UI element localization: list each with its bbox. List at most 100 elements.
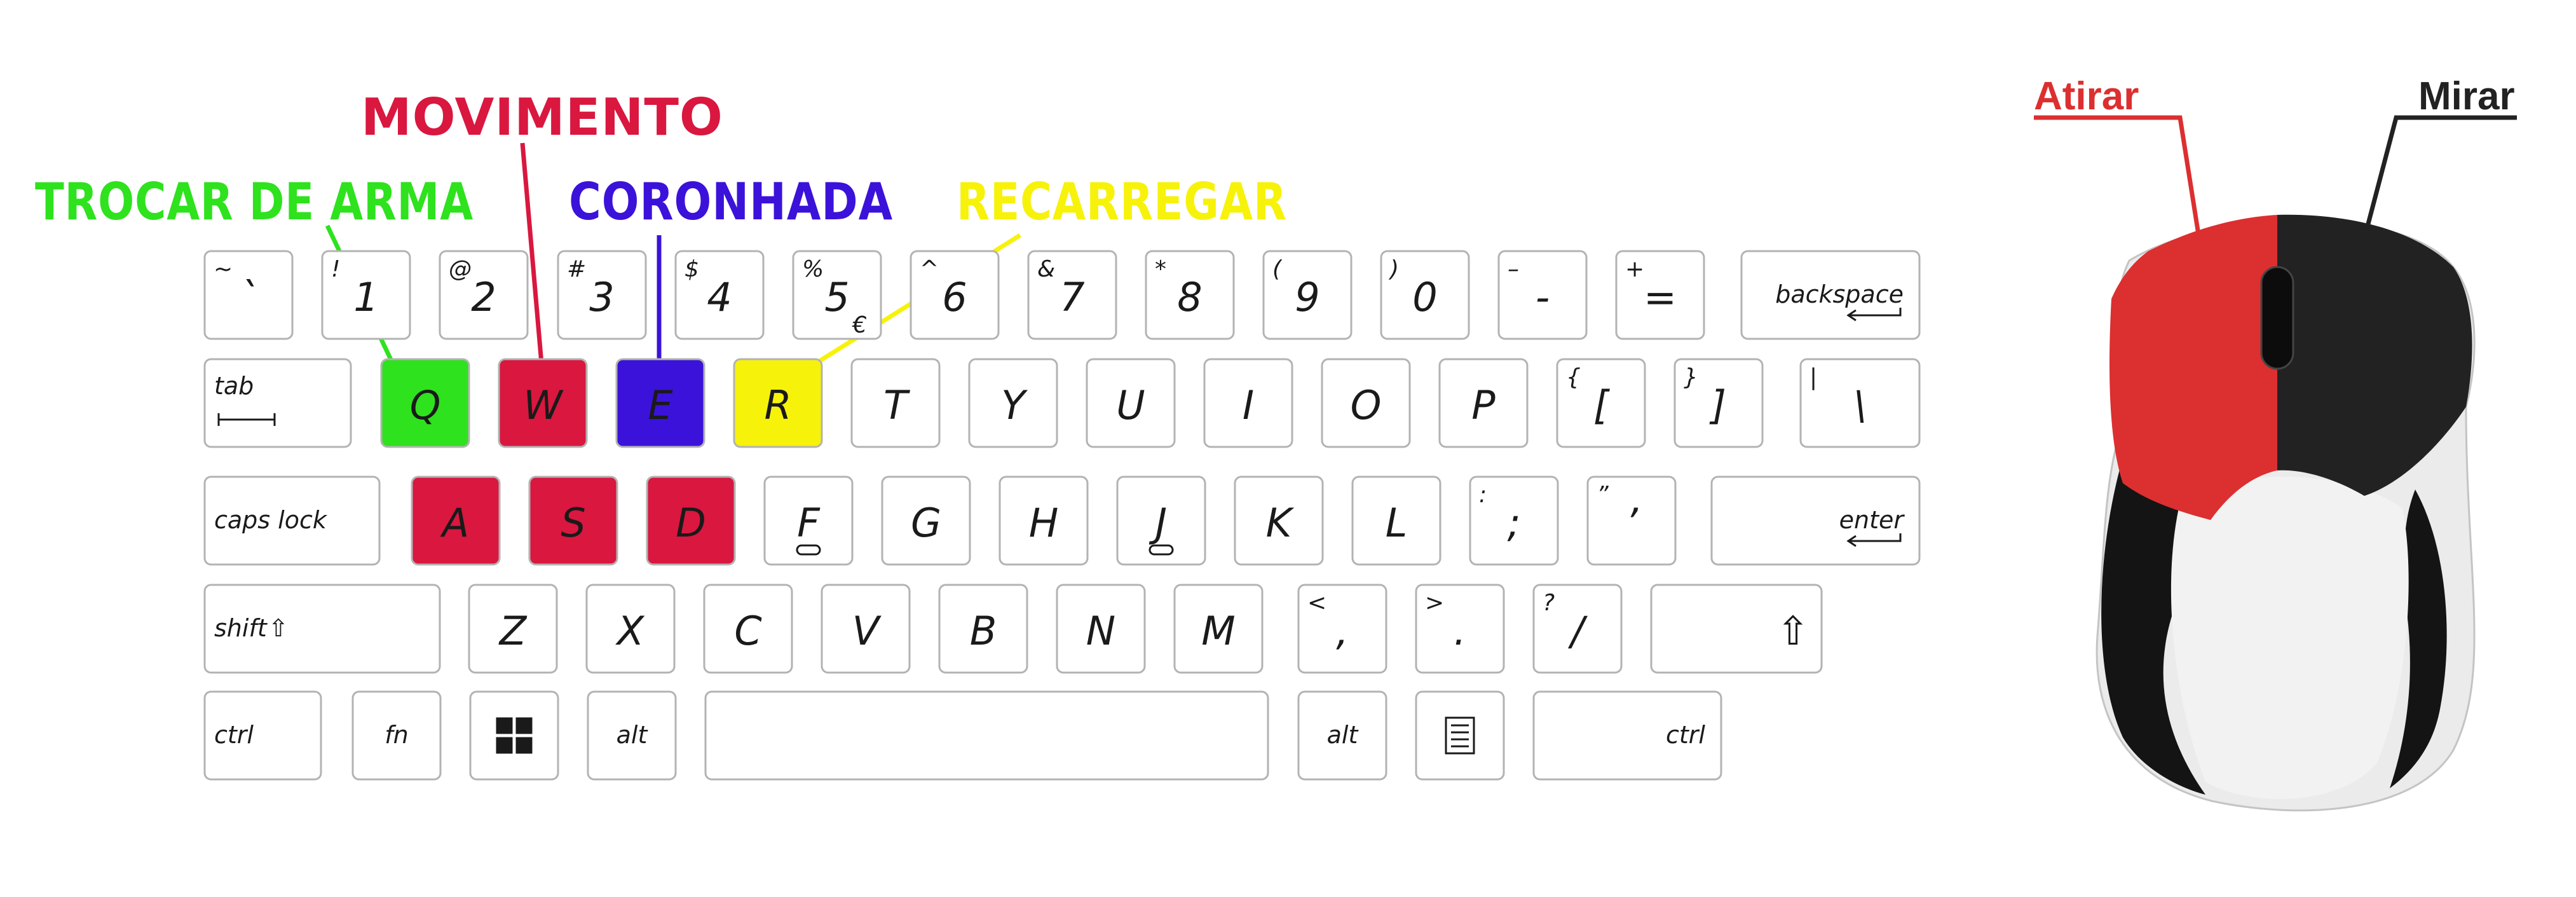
key-number-row-7[interactable]: 7& [1027, 250, 1117, 340]
key-label: X [615, 608, 645, 654]
key-number-row-backspace[interactable]: backspace [1740, 250, 1921, 340]
key-space-row-ctrl[interactable]: ctrl [203, 690, 322, 781]
key-number-row-2[interactable]: 2@ [439, 250, 529, 340]
key-top-row-o[interactable]: O [1321, 358, 1411, 448]
key-label: I [1243, 382, 1254, 428]
key-label: B [970, 608, 997, 654]
key-top-row-u[interactable]: U [1086, 358, 1176, 448]
key-number-row-3[interactable]: 3# [557, 250, 647, 340]
key-label: R [764, 382, 791, 428]
key-number-row-symbol-12[interactable]: =+ [1615, 250, 1705, 340]
key-cap[interactable] [1415, 690, 1505, 781]
key-shift-label: | [1809, 364, 1817, 390]
key-space-row-alt[interactable]: alt [1297, 690, 1387, 781]
key-space-row-windows-icon[interactable] [469, 690, 559, 781]
key-label: S [561, 500, 585, 546]
key-label: ’ [1625, 500, 1639, 546]
key-label: shift [214, 614, 268, 642]
key-bottom-row-symbol-9[interactable]: .> [1415, 584, 1505, 674]
key-top-row-r[interactable]: R [733, 358, 823, 448]
key-home-row-f[interactable]: F [763, 476, 854, 566]
key-home-row-d[interactable]: D [646, 476, 736, 566]
key-shift-label: > [1425, 590, 1444, 616]
key-top-row-tab[interactable]: tab [203, 358, 352, 448]
key-shift-label: + [1625, 256, 1644, 282]
key-shift-label: * [1155, 256, 1166, 282]
key-bottom-row-m[interactable]: M [1173, 584, 1264, 674]
key-top-row-e[interactable]: E [615, 358, 705, 448]
key-space-row-menu-icon[interactable] [1415, 690, 1505, 781]
key-shift-label: ? [1543, 590, 1555, 616]
key-label: N [1086, 608, 1115, 654]
key-bottom-row-n[interactable]: N [1056, 584, 1146, 674]
key-number-row-5[interactable]: 5% € [792, 250, 882, 340]
key-top-row-symbol-13[interactable]: \| [1799, 358, 1921, 448]
key-top-row-w[interactable]: W [498, 358, 588, 448]
key-shift-label: ^ [920, 256, 939, 282]
key-label: backspace [1775, 280, 1904, 308]
key-home-row-j[interactable]: J [1116, 476, 1206, 566]
controls-diagram: MOVIMENTO TROCAR DE ARMA CORONHADA RECAR… [35, 74, 2517, 812]
key-label: caps lock [214, 506, 328, 534]
key-home-row-g[interactable]: G [881, 476, 971, 566]
key-top-row-symbol-11[interactable]: [{ [1556, 358, 1646, 448]
mouse-label-atirar: Atirar [2034, 74, 2139, 118]
key-number-row-0[interactable]: 0) [1380, 250, 1470, 340]
key-home-row-a[interactable]: A [411, 476, 501, 566]
key-shift-label: { [1566, 364, 1581, 390]
key-bottom-row-v[interactable]: V [821, 584, 911, 674]
key-alt-label: € [852, 312, 867, 338]
shift-arrow-icon: ⇧ [268, 614, 289, 642]
key-number-row-symbol-11[interactable]: -– [1497, 250, 1588, 340]
key-label: ] [1709, 382, 1726, 428]
key-home-row-caps-lock[interactable]: caps lock [203, 476, 381, 566]
key-bottom-row-symbol-11[interactable]: ⇧ [1650, 584, 1823, 674]
key-bottom-row-shift[interactable]: shift ⇧ [203, 584, 441, 674]
key-top-row-p[interactable]: P [1438, 358, 1529, 448]
key-label: 9 [1295, 274, 1319, 320]
key-shift-label: % [802, 256, 824, 282]
key-top-row-q[interactable]: Q [380, 358, 470, 448]
key-space-row-fn[interactable]: fn [351, 690, 442, 781]
key-label: V [852, 608, 882, 654]
key-home-row-l[interactable]: L [1351, 476, 1441, 566]
key-cap[interactable] [469, 690, 559, 781]
key-label: - [1536, 274, 1550, 320]
key-bottom-row-z[interactable]: Z [468, 584, 558, 674]
key-home-row-k[interactable]: K [1234, 476, 1324, 566]
key-space-row-alt[interactable]: alt [587, 690, 677, 781]
key-shift-label: ~ [214, 256, 233, 282]
key-number-row-9[interactable]: 9( [1262, 250, 1353, 340]
key-bottom-row-b[interactable]: B [938, 584, 1028, 674]
key-bottom-row-symbol-8[interactable]: ,< [1297, 584, 1387, 674]
key-label: F [797, 500, 821, 546]
mouse-scroll-wheel[interactable] [2260, 266, 2294, 370]
key-number-row-1[interactable]: 1! [321, 250, 411, 340]
key-label: Q [410, 382, 441, 428]
key-bottom-row-c[interactable]: C [703, 584, 793, 674]
key-space-row-ctrl[interactable]: ctrl [1532, 690, 1722, 781]
key-home-row-h[interactable]: H [998, 476, 1089, 566]
key-home-row-enter[interactable]: enter [1710, 476, 1921, 566]
key-label: 8 [1177, 274, 1202, 320]
key-label: E [648, 382, 673, 428]
key-top-row-t[interactable]: T [850, 358, 941, 448]
key-label: P [1471, 382, 1496, 428]
key-number-row-8[interactable]: 8* [1145, 250, 1235, 340]
key-label: U [1116, 382, 1145, 428]
key-cap[interactable] [704, 690, 1269, 781]
key-number-row-6[interactable]: 6^ [910, 250, 1000, 340]
key-number-row-symbol-0[interactable]: ˋ~ [203, 250, 294, 340]
key-home-row-symbol-11[interactable]: ’” [1586, 476, 1677, 566]
key-home-row-symbol-10[interactable]: ;: [1469, 476, 1559, 566]
key-label: A [440, 500, 469, 546]
key-top-row-y[interactable]: Y [968, 358, 1058, 448]
key-space-row-space[interactable] [704, 690, 1269, 781]
key-number-row-4[interactable]: 4$ [674, 250, 765, 340]
key-bottom-row-symbol-10[interactable]: /? [1532, 584, 1623, 674]
key-shift-label: # [567, 256, 586, 282]
key-bottom-row-x[interactable]: X [585, 584, 676, 674]
key-home-row-s[interactable]: S [528, 476, 618, 566]
key-top-row-symbol-12[interactable]: ]} [1673, 358, 1764, 448]
key-top-row-i[interactable]: I [1203, 358, 1293, 448]
